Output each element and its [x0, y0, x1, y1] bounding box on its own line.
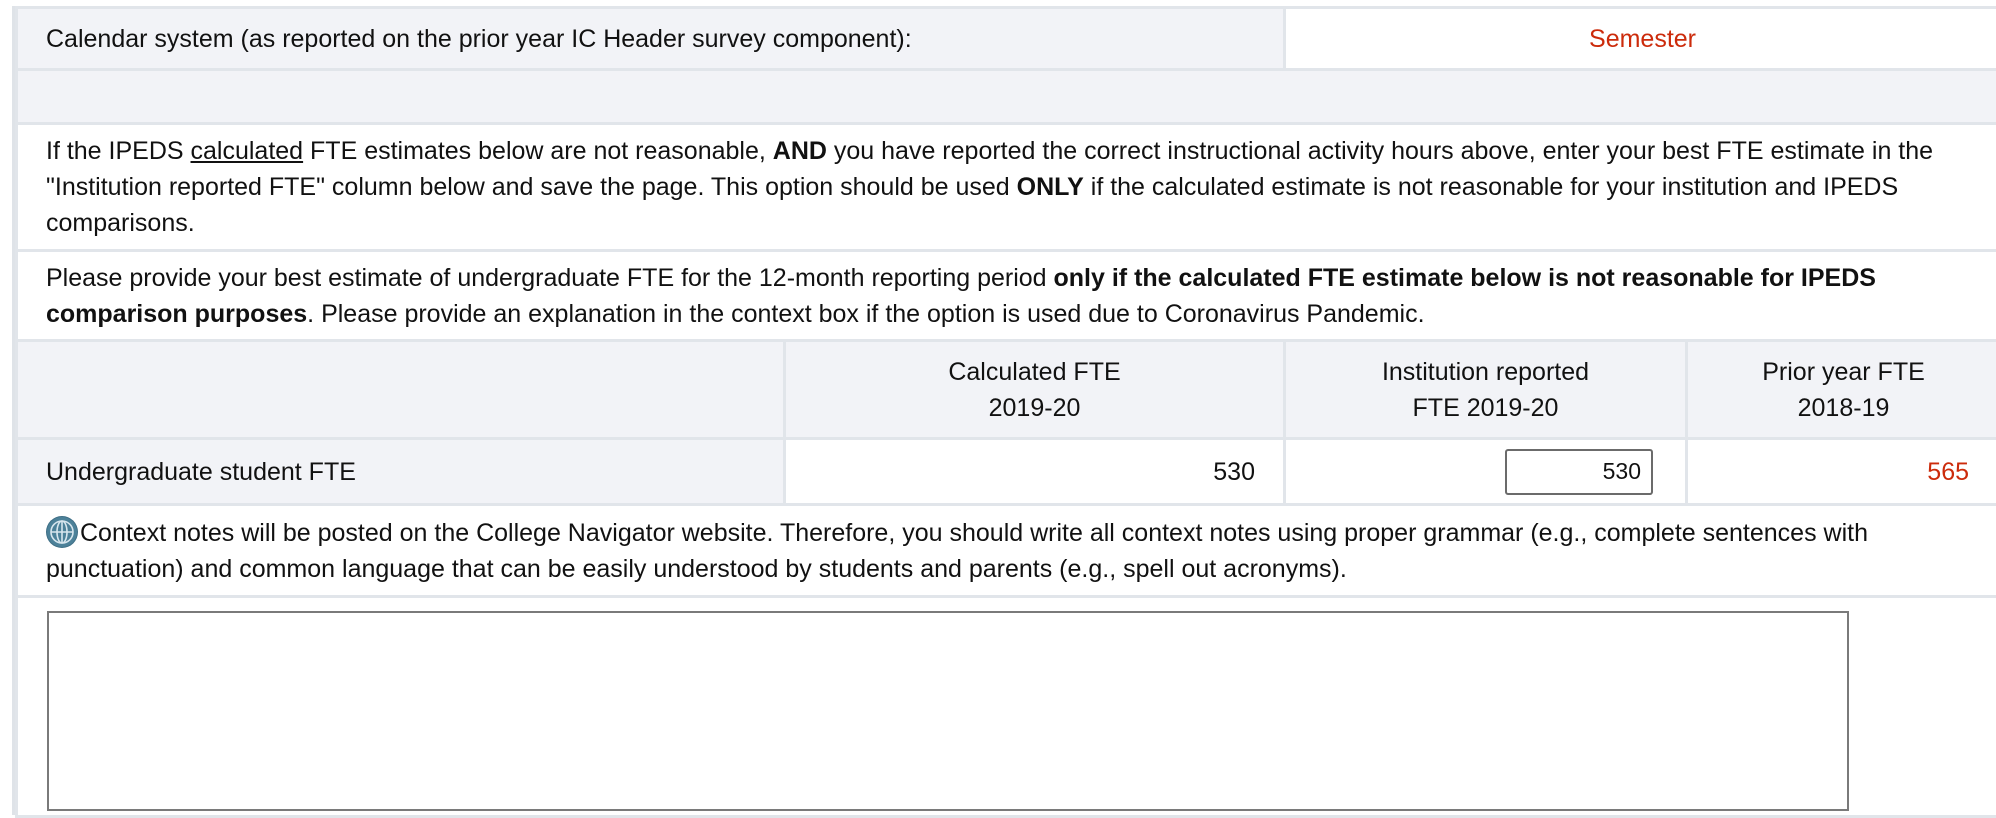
- instr-bold: ONLY: [1017, 173, 1084, 201]
- calculated-fte-value: 530: [785, 439, 1285, 505]
- context-note-cell: Context notes will be posted on the Coll…: [17, 505, 1996, 597]
- instr-text: FTE estimates below are not reasonable,: [303, 137, 773, 165]
- globe-icon: [46, 516, 78, 548]
- header-prior-line1: Prior year FTE: [1689, 354, 1996, 390]
- table-header-row: Calculated FTE 2019-20 Institution repor…: [17, 341, 1996, 439]
- instr-text: . Please provide an explanation in the c…: [307, 300, 1424, 328]
- instructions-paragraph-2: Please provide your best estimate of und…: [17, 251, 1996, 341]
- reported-fte-input[interactable]: [1505, 449, 1653, 495]
- fte-survey-table: Calendar system (as reported on the prio…: [15, 6, 1996, 818]
- calendar-label: Calendar system (as reported on the prio…: [17, 8, 1285, 70]
- globe-icon-graphic: [46, 516, 78, 548]
- spacer-cell: [17, 70, 1996, 124]
- instructions-row-2: Please provide your best estimate of und…: [17, 251, 1996, 341]
- context-input-cell: [17, 597, 1996, 817]
- context-textarea[interactable]: [47, 611, 1849, 811]
- instructions-row-1: If the IPEDS calculated FTE estimates be…: [17, 124, 1996, 251]
- instructions-paragraph-1: If the IPEDS calculated FTE estimates be…: [17, 124, 1996, 251]
- header-calculated-line2: 2019-20: [787, 390, 1282, 426]
- header-prior-fte: Prior year FTE 2018-19: [1687, 341, 1996, 439]
- calendar-row: Calendar system (as reported on the prio…: [17, 8, 1996, 70]
- header-reported-fte: Institution reported FTE 2019-20: [1285, 341, 1687, 439]
- instr-underline: calculated: [191, 137, 304, 165]
- context-input-row: [17, 597, 1996, 817]
- header-calculated-fte: Calculated FTE 2019-20: [785, 341, 1285, 439]
- prior-fte-value: 565: [1687, 439, 1996, 505]
- row-label-undergraduate: Undergraduate student FTE: [17, 439, 785, 505]
- context-note-row: Context notes will be posted on the Coll…: [17, 505, 1996, 597]
- spacer-row: [17, 70, 1996, 124]
- header-calculated-line1: Calculated FTE: [787, 354, 1282, 390]
- context-note-text: Context notes will be posted on the Coll…: [46, 519, 1868, 583]
- survey-section: Calendar system (as reported on the prio…: [12, 6, 1996, 815]
- header-prior-line2: 2018-19: [1689, 390, 1996, 426]
- table-row: Undergraduate student FTE 530 565: [17, 439, 1996, 505]
- header-empty-cell: [17, 341, 785, 439]
- header-reported-line1: Institution reported: [1287, 354, 1684, 390]
- reported-fte-cell: [1285, 439, 1687, 505]
- instr-text: If the IPEDS: [46, 137, 191, 165]
- header-reported-line2: FTE 2019-20: [1287, 390, 1684, 426]
- instr-bold: AND: [773, 137, 827, 165]
- instr-text: Please provide your best estimate of und…: [46, 264, 1054, 292]
- calendar-value: Semester: [1285, 8, 1996, 70]
